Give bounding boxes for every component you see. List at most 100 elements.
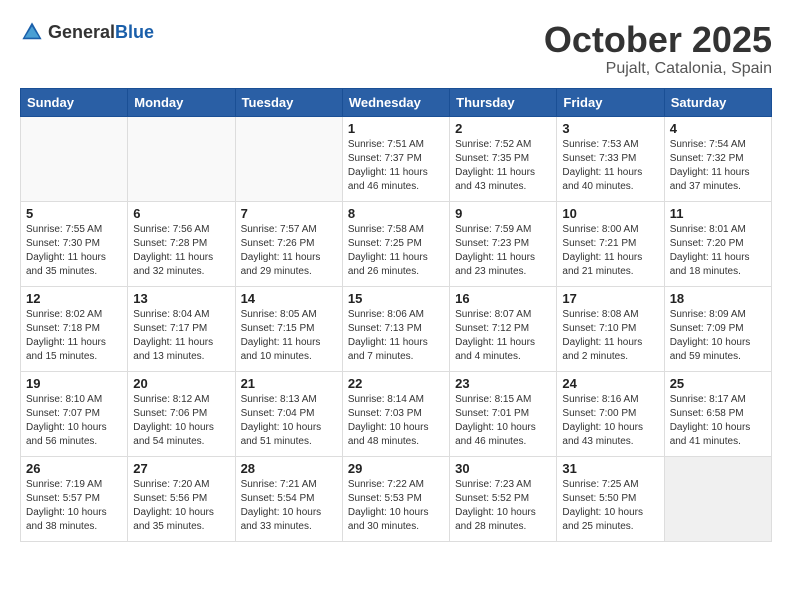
calendar-cell: 18 Sunrise: 8:09 AM Sunset: 7:09 PM Dayli… xyxy=(664,286,771,371)
day-number: 18 xyxy=(670,291,766,306)
calendar-cell: 6 Sunrise: 7:56 AM Sunset: 7:28 PM Daylig… xyxy=(128,201,235,286)
day-info: Sunrise: 8:15 AM Sunset: 7:01 PM Dayligh… xyxy=(455,393,551,449)
day-info: Sunrise: 7:20 AM Sunset: 5:56 PM Dayligh… xyxy=(133,478,229,534)
day-number: 13 xyxy=(133,291,229,306)
day-info: Sunrise: 8:16 AM Sunset: 7:00 PM Dayligh… xyxy=(562,393,658,449)
weekday-header-row: SundayMondayTuesdayWednesdayThursdayFrid… xyxy=(21,88,772,116)
logo-icon xyxy=(20,20,44,44)
logo-text-blue: Blue xyxy=(115,23,154,41)
day-info: Sunrise: 8:12 AM Sunset: 7:06 PM Dayligh… xyxy=(133,393,229,449)
week-row-4: 19 Sunrise: 8:10 AM Sunset: 7:07 PM Dayli… xyxy=(21,371,772,456)
day-info: Sunrise: 7:51 AM Sunset: 7:37 PM Dayligh… xyxy=(348,138,444,194)
day-number: 4 xyxy=(670,121,766,136)
calendar-cell xyxy=(664,456,771,541)
week-row-1: 1 Sunrise: 7:51 AM Sunset: 7:37 PM Daylig… xyxy=(21,116,772,201)
day-number: 1 xyxy=(348,121,444,136)
week-row-2: 5 Sunrise: 7:55 AM Sunset: 7:30 PM Daylig… xyxy=(21,201,772,286)
weekday-header-saturday: Saturday xyxy=(664,88,771,116)
calendar-header: SundayMondayTuesdayWednesdayThursdayFrid… xyxy=(21,88,772,116)
calendar-cell: 7 Sunrise: 7:57 AM Sunset: 7:26 PM Daylig… xyxy=(235,201,342,286)
week-row-3: 12Sunrise: 8:02 AM Sunset: 7:18 PM Dayli… xyxy=(21,286,772,371)
weekday-header-friday: Friday xyxy=(557,88,664,116)
calendar-cell: 3Sunrise: 7:53 AM Sunset: 7:33 PM Daylig… xyxy=(557,116,664,201)
day-number: 23 xyxy=(455,376,551,391)
calendar-cell: 21Sunrise: 8:13 AM Sunset: 7:04 PM Dayli… xyxy=(235,371,342,456)
calendar-cell: 30Sunrise: 7:23 AM Sunset: 5:52 PM Dayli… xyxy=(450,456,557,541)
calendar-cell: 17 Sunrise: 8:08 AM Sunset: 7:10 PM Dayli… xyxy=(557,286,664,371)
weekday-header-thursday: Thursday xyxy=(450,88,557,116)
calendar-cell: 16Sunrise: 8:07 AM Sunset: 7:12 PM Dayli… xyxy=(450,286,557,371)
day-info: Sunrise: 8:04 AM Sunset: 7:17 PM Dayligh… xyxy=(133,308,229,364)
calendar-cell xyxy=(21,116,128,201)
calendar-cell: 15Sunrise: 8:06 AM Sunset: 7:13 PM Dayli… xyxy=(342,286,449,371)
calendar-cell: 27 Sunrise: 7:20 AM Sunset: 5:56 PM Dayli… xyxy=(128,456,235,541)
day-info: Sunrise: 8:17 AM Sunset: 6:58 PM Dayligh… xyxy=(670,393,766,449)
calendar-cell: 24 Sunrise: 8:16 AM Sunset: 7:00 PM Dayli… xyxy=(557,371,664,456)
calendar-cell: 9Sunrise: 7:59 AM Sunset: 7:23 PM Daylig… xyxy=(450,201,557,286)
day-info: Sunrise: 7:54 AM Sunset: 7:32 PM Dayligh… xyxy=(670,138,766,194)
day-info: Sunrise: 7:19 AM Sunset: 5:57 PM Dayligh… xyxy=(26,478,122,534)
day-info: Sunrise: 8:01 AM Sunset: 7:20 PM Dayligh… xyxy=(670,223,766,279)
day-info: Sunrise: 7:56 AM Sunset: 7:28 PM Dayligh… xyxy=(133,223,229,279)
calendar-cell: 14Sunrise: 8:05 AM Sunset: 7:15 PM Dayli… xyxy=(235,286,342,371)
day-number: 8 xyxy=(348,206,444,221)
calendar-cell: 2 Sunrise: 7:52 AM Sunset: 7:35 PM Daylig… xyxy=(450,116,557,201)
day-number: 27 xyxy=(133,461,229,476)
day-number: 14 xyxy=(241,291,337,306)
logo-text-general: General xyxy=(48,23,115,41)
day-info: Sunrise: 8:02 AM Sunset: 7:18 PM Dayligh… xyxy=(26,308,122,364)
day-info: Sunrise: 8:00 AM Sunset: 7:21 PM Dayligh… xyxy=(562,223,658,279)
day-number: 16 xyxy=(455,291,551,306)
day-number: 11 xyxy=(670,206,766,221)
calendar-cell: 13 Sunrise: 8:04 AM Sunset: 7:17 PM Dayli… xyxy=(128,286,235,371)
weekday-header-monday: Monday xyxy=(128,88,235,116)
day-number: 7 xyxy=(241,206,337,221)
day-number: 28 xyxy=(241,461,337,476)
calendar-cell: 8 Sunrise: 7:58 AM Sunset: 7:25 PM Daylig… xyxy=(342,201,449,286)
day-number: 25 xyxy=(670,376,766,391)
day-info: Sunrise: 8:08 AM Sunset: 7:10 PM Dayligh… xyxy=(562,308,658,364)
day-info: Sunrise: 7:57 AM Sunset: 7:26 PM Dayligh… xyxy=(241,223,337,279)
day-info: Sunrise: 7:55 AM Sunset: 7:30 PM Dayligh… xyxy=(26,223,122,279)
calendar-cell: 23 Sunrise: 8:15 AM Sunset: 7:01 PM Dayli… xyxy=(450,371,557,456)
day-info: Sunrise: 7:21 AM Sunset: 5:54 PM Dayligh… xyxy=(241,478,337,534)
page-header: General Blue October 2025 Pujalt, Catalo… xyxy=(20,20,772,78)
day-number: 24 xyxy=(562,376,658,391)
calendar-cell: 25 Sunrise: 8:17 AM Sunset: 6:58 PM Dayli… xyxy=(664,371,771,456)
day-info: Sunrise: 8:10 AM Sunset: 7:07 PM Dayligh… xyxy=(26,393,122,449)
calendar-cell: 4 Sunrise: 7:54 AM Sunset: 7:32 PM Daylig… xyxy=(664,116,771,201)
day-info: Sunrise: 8:06 AM Sunset: 7:13 PM Dayligh… xyxy=(348,308,444,364)
calendar-cell: 5 Sunrise: 7:55 AM Sunset: 7:30 PM Daylig… xyxy=(21,201,128,286)
weekday-header-sunday: Sunday xyxy=(21,88,128,116)
day-number: 21 xyxy=(241,376,337,391)
calendar-table: SundayMondayTuesdayWednesdayThursdayFrid… xyxy=(20,88,772,542)
day-number: 22 xyxy=(348,376,444,391)
day-number: 26 xyxy=(26,461,122,476)
calendar-cell xyxy=(235,116,342,201)
calendar-cell: 11 Sunrise: 8:01 AM Sunset: 7:20 PM Dayli… xyxy=(664,201,771,286)
calendar-cell: 20 Sunrise: 8:12 AM Sunset: 7:06 PM Dayli… xyxy=(128,371,235,456)
day-number: 6 xyxy=(133,206,229,221)
day-number: 9 xyxy=(455,206,551,221)
day-number: 2 xyxy=(455,121,551,136)
day-number: 19 xyxy=(26,376,122,391)
day-info: Sunrise: 8:09 AM Sunset: 7:09 PM Dayligh… xyxy=(670,308,766,364)
title-area: October 2025 Pujalt, Catalonia, Spain xyxy=(544,20,772,78)
day-number: 10 xyxy=(562,206,658,221)
day-number: 31 xyxy=(562,461,658,476)
day-info: Sunrise: 7:58 AM Sunset: 7:25 PM Dayligh… xyxy=(348,223,444,279)
calendar-cell: 31 Sunrise: 7:25 AM Sunset: 5:50 PM Dayli… xyxy=(557,456,664,541)
calendar-cell: 22Sunrise: 8:14 AM Sunset: 7:03 PM Dayli… xyxy=(342,371,449,456)
logo: General Blue xyxy=(20,20,154,44)
day-number: 29 xyxy=(348,461,444,476)
location-title: Pujalt, Catalonia, Spain xyxy=(544,60,772,78)
day-info: Sunrise: 7:52 AM Sunset: 7:35 PM Dayligh… xyxy=(455,138,551,194)
month-title: October 2025 xyxy=(544,20,772,60)
day-info: Sunrise: 7:25 AM Sunset: 5:50 PM Dayligh… xyxy=(562,478,658,534)
day-number: 20 xyxy=(133,376,229,391)
day-number: 5 xyxy=(26,206,122,221)
day-info: Sunrise: 7:23 AM Sunset: 5:52 PM Dayligh… xyxy=(455,478,551,534)
day-number: 3 xyxy=(562,121,658,136)
day-number: 17 xyxy=(562,291,658,306)
weekday-header-tuesday: Tuesday xyxy=(235,88,342,116)
